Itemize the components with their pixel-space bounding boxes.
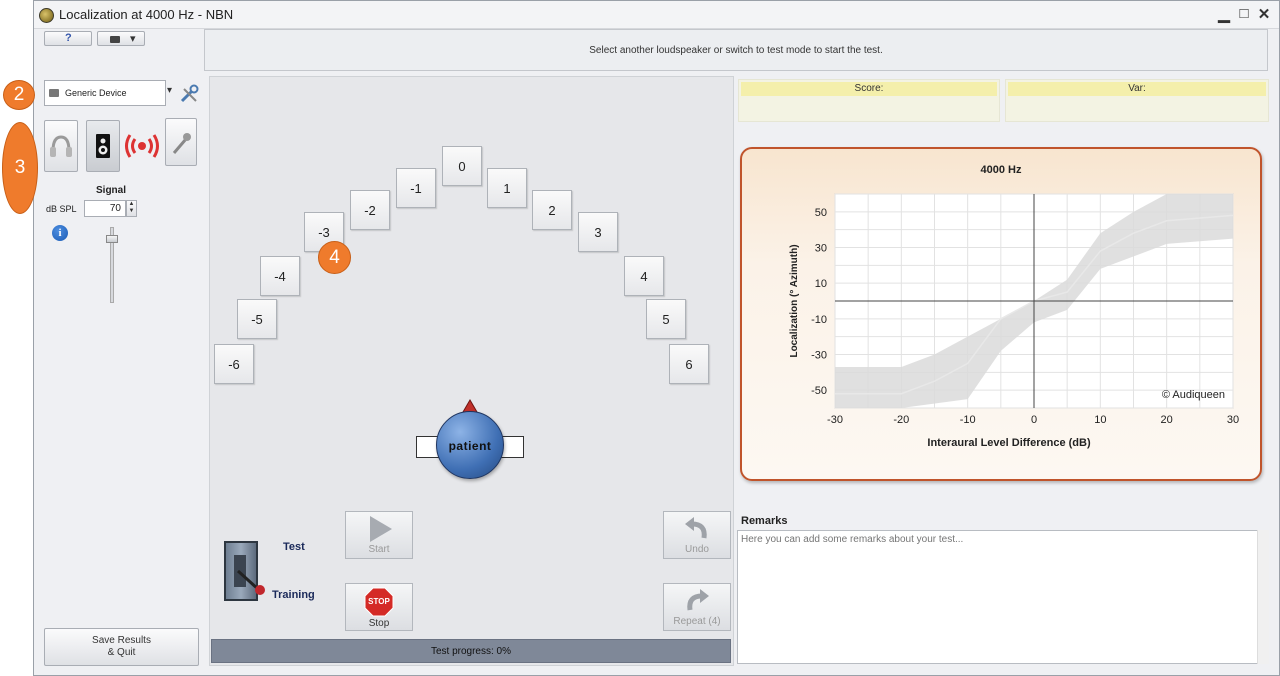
- test-progress-label: Test progress: 0%: [430, 645, 512, 657]
- signal-heading: Signal: [96, 185, 127, 196]
- test-progress-bar: Test progress: 0%: [211, 639, 731, 663]
- test-mode-label: Test: [283, 541, 305, 553]
- signal-level-value: 70: [109, 203, 121, 214]
- application-window: Localization at 4000 Hz - NBN ▁ □ ✕ ? ▾ …: [33, 0, 1280, 676]
- var-label: Var:: [1008, 82, 1266, 96]
- score-panel: Score:: [738, 79, 1000, 122]
- x-tick-label: -20: [893, 414, 909, 426]
- speaker-button[interactable]: 6: [669, 344, 709, 384]
- loudspeaker-button[interactable]: [86, 120, 120, 172]
- loudspeaker-icon: [96, 134, 110, 158]
- speaker-button[interactable]: -1: [396, 168, 436, 208]
- y-tick-label: -10: [811, 314, 827, 326]
- save-results-quit-button[interactable]: Save Results & Quit: [44, 628, 199, 666]
- start-button[interactable]: Start: [345, 511, 413, 559]
- play-icon: [370, 516, 392, 542]
- y-tick-label: -50: [811, 385, 827, 397]
- speaker-button[interactable]: 4: [624, 256, 664, 296]
- x-tick-label: -10: [960, 414, 976, 426]
- status-message: Select another loudspeaker or switch to …: [204, 29, 1268, 71]
- undo-button[interactable]: Undo: [663, 511, 731, 559]
- device-select-value: Generic Device: [65, 88, 127, 98]
- device-icon: [49, 89, 59, 97]
- signal-level-input[interactable]: 70: [84, 200, 126, 217]
- settings-tools-icon[interactable]: [178, 83, 200, 105]
- remarks-scrollbar[interactable]: [1257, 530, 1269, 664]
- title-bar: Localization at 4000 Hz - NBN ▁ □ ✕: [34, 1, 1279, 29]
- score-label: Score:: [741, 82, 997, 96]
- callout-badge-3: 3: [2, 122, 38, 214]
- speaker-button[interactable]: 2: [532, 190, 572, 230]
- x-tick-label: 10: [1094, 414, 1106, 426]
- remarks-container: [737, 530, 1269, 664]
- window-title: Localization at 4000 Hz - NBN: [59, 7, 234, 22]
- info-icon[interactable]: i: [52, 225, 68, 241]
- repeat-button[interactable]: Repeat (4): [663, 583, 731, 631]
- x-tick-label: 20: [1161, 414, 1173, 426]
- x-tick-label: 30: [1227, 414, 1239, 426]
- training-mode-label: Training: [272, 589, 315, 601]
- redo-icon: [687, 589, 709, 611]
- undo-button-label: Undo: [685, 544, 709, 555]
- stop-sign-icon: STOP: [364, 587, 394, 617]
- sound-field-icon[interactable]: [124, 128, 160, 164]
- chart-title: 4000 Hz: [981, 164, 1022, 176]
- remarks-label: Remarks: [741, 515, 788, 527]
- stop-button-label: Stop: [368, 618, 390, 629]
- question-mark-icon: ?: [65, 32, 72, 44]
- undo-icon: [685, 517, 707, 539]
- device-dropdown-arrow[interactable]: ▾: [167, 85, 172, 96]
- chart-watermark: © Audiqueen: [1162, 389, 1225, 401]
- signal-level-slider[interactable]: [104, 227, 120, 303]
- speaker-button[interactable]: -6: [214, 344, 254, 384]
- y-tick-label: 30: [815, 243, 827, 255]
- y-tick-label: 10: [815, 278, 827, 290]
- signal-level-spinner[interactable]: ▲ ▼: [126, 200, 137, 217]
- speaker-button[interactable]: -5: [237, 299, 277, 339]
- help-button[interactable]: ?: [44, 31, 92, 46]
- headphones-button[interactable]: [44, 120, 78, 172]
- speaker-button[interactable]: 0: [442, 146, 482, 186]
- device-select[interactable]: Generic Device: [44, 80, 166, 106]
- slider-thumb[interactable]: [106, 235, 118, 243]
- maximize-button[interactable]: □: [1236, 5, 1252, 22]
- start-button-label: Start: [368, 544, 390, 555]
- patient-head: patient: [415, 399, 525, 485]
- y-axis-label: Localization (° Azimuth): [789, 244, 800, 357]
- camera-button[interactable]: ▾: [97, 31, 145, 46]
- y-tick-label: -30: [811, 350, 827, 362]
- headphones-icon: [50, 135, 72, 157]
- speaker-button[interactable]: -2: [350, 190, 390, 230]
- chevron-down-icon: ▾: [130, 33, 136, 45]
- speaker-button[interactable]: 1: [487, 168, 527, 208]
- localization-chart: 4000 Hz -30 -20 -10 0 10 20 30 50 30 10 -10 -30 -50 In…: [789, 164, 1239, 449]
- var-panel: Var:: [1005, 79, 1269, 122]
- x-tick-label: 0: [1031, 414, 1037, 426]
- app-logo-icon: [39, 8, 54, 23]
- stop-button[interactable]: STOP Stop: [345, 583, 413, 631]
- microphone-button[interactable]: [165, 118, 197, 166]
- callout-badge-2: 2: [3, 80, 35, 110]
- y-tick-label: 50: [815, 207, 827, 219]
- repeat-button-label: Repeat (4): [673, 616, 721, 627]
- localization-chart-panel: 4000 Hz -30 -20 -10 0 10 20 30 50 30 10 -10 -30 -50 In…: [740, 147, 1262, 481]
- patient-label: patient: [448, 439, 492, 453]
- x-axis-label: Interaural Level Difference (dB): [927, 437, 1091, 449]
- speaker-button[interactable]: -4: [260, 256, 300, 296]
- microphone-icon: [172, 133, 191, 154]
- speaker-button[interactable]: 5: [646, 299, 686, 339]
- mode-toggle-switch[interactable]: [224, 541, 268, 603]
- callout-badge-4: 4: [318, 241, 351, 274]
- video-camera-icon: [110, 36, 120, 43]
- x-tick-label: -30: [827, 414, 843, 426]
- stop-sign-text: STOP: [368, 597, 390, 606]
- close-button[interactable]: ✕: [1256, 5, 1272, 23]
- signal-unit-label: dB SPL: [46, 204, 77, 214]
- remarks-textarea[interactable]: [737, 530, 1269, 664]
- minimize-button[interactable]: ▁: [1216, 5, 1232, 23]
- speaker-button[interactable]: 3: [578, 212, 618, 252]
